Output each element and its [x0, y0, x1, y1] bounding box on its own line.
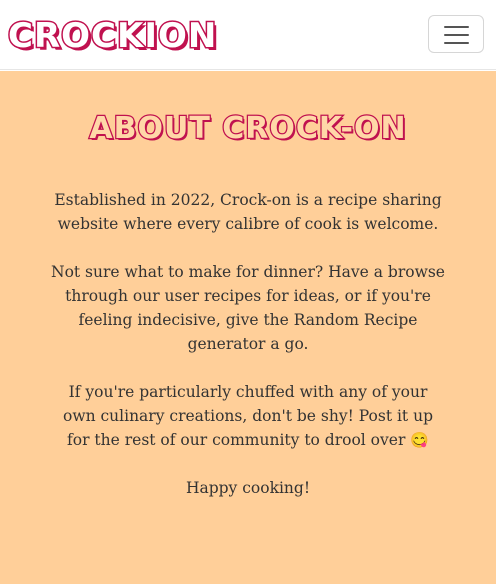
- page-title: ABOUT CROCK-ON: [88, 110, 407, 148]
- navbar-toggler-button[interactable]: [428, 15, 484, 53]
- about-paragraph-browse: Not sure what to make for dinner? Have a…: [51, 263, 445, 353]
- hamburger-menu-icon-line: [444, 34, 469, 36]
- hamburger-menu-icon-line: [444, 42, 469, 44]
- hamburger-menu-icon: [444, 26, 469, 28]
- about-section: ABOUT CROCK-ON Established in 2022, Croc…: [0, 71, 496, 584]
- brand-logo-text: CROCKION: [6, 16, 218, 56]
- navbar: CROCKION: [0, 0, 496, 70]
- about-paragraph-share: If you're particularly chuffed with any …: [50, 380, 446, 452]
- about-paragraph-established: Established in 2022, Crock-on is a recip…: [54, 191, 442, 233]
- drooling-face-icon: 😋: [410, 431, 429, 449]
- brand-logo[interactable]: CROCKION: [6, 16, 218, 56]
- about-body: Established in 2022, Crock-on is a recip…: [50, 188, 446, 524]
- about-paragraph-share-text: If you're particularly chuffed with any …: [62, 383, 433, 449]
- about-paragraph-signoff: Happy cooking!: [185, 479, 311, 497]
